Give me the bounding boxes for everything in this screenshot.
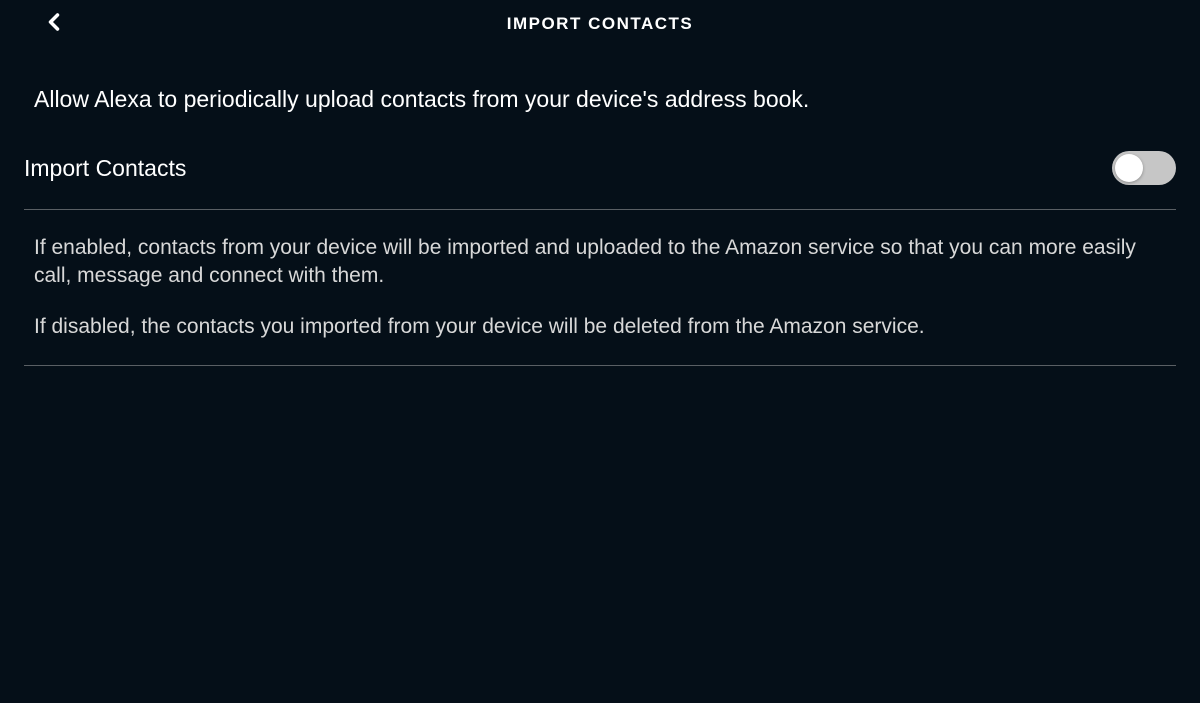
- header: IMPORT CONTACTS: [0, 0, 1200, 48]
- disabled-explanation-text: If disabled, the contacts you imported f…: [34, 313, 1166, 341]
- enabled-explanation-text: If enabled, contacts from your device wi…: [34, 234, 1166, 291]
- import-contacts-toggle-row: Import Contacts: [0, 143, 1200, 209]
- chevron-left-icon: [40, 8, 68, 36]
- import-contacts-toggle-label: Import Contacts: [24, 155, 186, 182]
- explanation-section: If enabled, contacts from your device wi…: [0, 210, 1200, 365]
- divider: [24, 365, 1176, 366]
- back-button[interactable]: [40, 8, 68, 36]
- description-text: Allow Alexa to periodically upload conta…: [0, 48, 1200, 143]
- import-contacts-toggle[interactable]: [1112, 151, 1176, 185]
- toggle-knob: [1115, 154, 1143, 182]
- page-title: IMPORT CONTACTS: [20, 14, 1180, 34]
